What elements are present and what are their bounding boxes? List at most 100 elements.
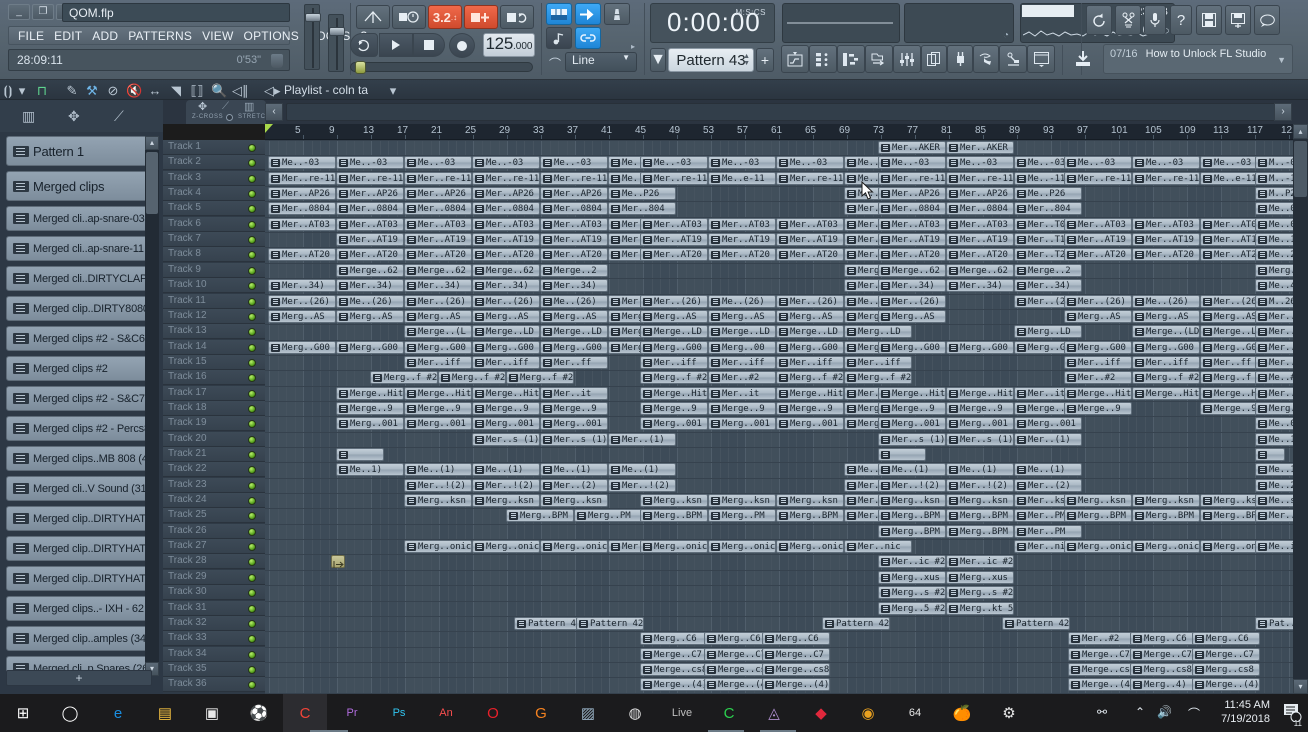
- taskbar-photoshop[interactable]: Ps: [384, 698, 414, 728]
- taskbar-microsoft-store[interactable]: ▣: [197, 698, 227, 728]
- taskbar-paint-app[interactable]: ▨: [573, 698, 603, 728]
- track-enable-led[interactable]: [248, 451, 256, 459]
- playlist-clip[interactable]: Mer..AT20: [640, 248, 708, 261]
- playlist-clip[interactable]: Mer..(1): [608, 433, 676, 446]
- track-enable-led[interactable]: [248, 666, 256, 674]
- playlist-clip[interactable]: Me..(26): [336, 295, 404, 308]
- playlist-clip[interactable]: Merg..f #2: [506, 371, 574, 384]
- track-header[interactable]: Track 34: [163, 647, 265, 662]
- track-header[interactable]: Track 32: [163, 616, 265, 631]
- playlist-clip[interactable]: Mer..#2: [1064, 371, 1132, 384]
- playlist-clip[interactable]: Mer..AT19: [776, 233, 844, 246]
- playlist-clip[interactable]: Me..(1): [946, 463, 1014, 476]
- playlist-clip[interactable]: Mer..#2: [1068, 632, 1136, 645]
- playlist-clip[interactable]: Me..P26: [1014, 187, 1082, 200]
- playlist-clip[interactable]: Merg..xus: [878, 571, 946, 584]
- playlist-clip[interactable]: Merg..f #2: [844, 371, 912, 384]
- project-title-field[interactable]: QOM.flp: [62, 3, 290, 22]
- paint-icon[interactable]: ⚒: [84, 83, 100, 99]
- taskbar-soccer-app[interactable]: ⚽: [244, 698, 274, 728]
- track-enable-led[interactable]: [248, 390, 256, 398]
- playlist-clip[interactable]: Me..4): [1255, 279, 1293, 292]
- track-enable-led[interactable]: [248, 497, 256, 505]
- snap-selector[interactable]: Line ▼: [565, 52, 637, 72]
- track-header[interactable]: Track 10: [163, 278, 265, 293]
- track-enable-led[interactable]: [248, 175, 256, 183]
- track-enable-led[interactable]: [248, 512, 256, 520]
- playlist-clip[interactable]: Merg..onic: [640, 540, 708, 553]
- clip-picker-item[interactable]: Merged clip..amples (34): [6, 626, 152, 651]
- taskbar-settings-app[interactable]: ⚙: [994, 698, 1024, 728]
- track-header[interactable]: Track 30: [163, 585, 265, 600]
- playlist-clip[interactable]: Merg..s #2: [946, 586, 1014, 599]
- playlist-clip[interactable]: Mer..S: [1255, 310, 1293, 323]
- track-header[interactable]: Track 24: [163, 493, 265, 508]
- playlist-clip[interactable]: Merge..cs8: [762, 663, 830, 676]
- playlist-clip[interactable]: Me..(1): [878, 463, 946, 476]
- playlist-clip[interactable]: Mer..iff: [1132, 356, 1200, 369]
- track-enable-led[interactable]: [248, 159, 256, 167]
- playlist-clip[interactable]: Mer..AT20: [1132, 248, 1200, 261]
- clip-picker-item[interactable]: Merged cli..ap-snare-03: [6, 206, 152, 231]
- playlist-clip[interactable]: Mer..ic #2: [878, 555, 946, 568]
- playlist-clip[interactable]: Mer..34): [268, 279, 336, 292]
- playlist-clip[interactable]: Mer..#2: [708, 371, 776, 384]
- taskbar-fl-studio[interactable]: 🍊: [947, 698, 977, 728]
- playlist-clip[interactable]: Merg..G00: [404, 341, 472, 354]
- playlist-clip[interactable]: Mer..iff: [708, 356, 776, 369]
- playlist-clip[interactable]: Mer..0804: [878, 202, 946, 215]
- playlist-clip[interactable]: Me..2): [1255, 479, 1293, 492]
- track-header[interactable]: Track 9: [163, 263, 265, 278]
- playlist-clip[interactable]: Merge..LD: [708, 325, 776, 338]
- taskbar-ableton-live[interactable]: Live: [667, 698, 697, 728]
- pattern-mode-button[interactable]: [356, 5, 390, 29]
- taskbar-file-explorer[interactable]: ▤: [150, 698, 180, 728]
- playlist-clip[interactable]: Merg..onic: [708, 540, 776, 553]
- playlist-clip[interactable]: Merg..G00: [1132, 341, 1200, 354]
- track-enable-led[interactable]: [248, 681, 256, 689]
- playlist-clip[interactable]: Mer..AT19: [946, 233, 1014, 246]
- playlist-clip[interactable]: Merg..ksn: [540, 494, 608, 507]
- track-enable-led[interactable]: [248, 574, 256, 582]
- master-pitch-bar[interactable]: [350, 62, 533, 72]
- playlist-clip[interactable]: Mer..iff: [844, 356, 912, 369]
- playlist-clip[interactable]: Me..1): [336, 463, 404, 476]
- playlist-clip[interactable]: Merg..AS: [1064, 310, 1132, 323]
- playlist-clip[interactable]: Me..-03: [776, 156, 844, 169]
- track-enable-led[interactable]: [248, 190, 256, 198]
- playlist-clip[interactable]: Mer..(26): [878, 295, 946, 308]
- open-playlist-button[interactable]: [781, 45, 809, 73]
- playlist-clip[interactable]: Me..03: [1255, 218, 1293, 231]
- playlist-clip[interactable]: Me..19: [1255, 233, 1293, 246]
- playlist-clip[interactable]: Mer..iff: [776, 356, 844, 369]
- maximize-button[interactable]: ❐: [32, 4, 54, 20]
- save-as-button[interactable]: [1225, 5, 1251, 35]
- playlist-clip[interactable]: Mer..AT20: [878, 248, 946, 261]
- timeline-marker[interactable]: [331, 555, 345, 568]
- playlist-clip[interactable]: Mer..AT20: [708, 248, 776, 261]
- playlist-clip[interactable]: Mer..AP26: [878, 187, 946, 200]
- minimize-button[interactable]: _: [8, 4, 30, 20]
- playlist-clip[interactable]: Merge..9: [878, 402, 946, 415]
- open-plugin-picker-button[interactable]: [947, 45, 973, 73]
- playlist-clip[interactable]: Mer..re-11: [640, 172, 708, 185]
- track-header[interactable]: Track 27: [163, 539, 265, 554]
- playlist-clip[interactable]: Mer..AT19: [708, 233, 776, 246]
- play-button[interactable]: [379, 33, 413, 57]
- playlist-clip[interactable]: Merg..AS: [708, 310, 776, 323]
- track-enable-led[interactable]: [248, 528, 256, 536]
- clip-picker-item[interactable]: Merged clip..DIRTYHAT03: [6, 506, 152, 531]
- playlist-clip[interactable]: Mer..0804: [336, 202, 404, 215]
- playlist-clip[interactable]: Merg..BPM: [946, 525, 1014, 538]
- playlist-clip[interactable]: M..P26: [1255, 187, 1293, 200]
- playlist-clip[interactable]: Merg..ksn: [1132, 494, 1200, 507]
- clip-picker-item[interactable]: Merged clips #2 - S&C6: [6, 326, 152, 351]
- expand-arrow-icon[interactable]: ▸: [631, 42, 635, 51]
- playlist-clip[interactable]: Merg..C6: [1130, 632, 1198, 645]
- playlist-clip[interactable]: Merge..(LD: [1132, 325, 1200, 338]
- track-header[interactable]: Track 26: [163, 524, 265, 539]
- playlist-clip[interactable]: Mer..re-11: [268, 172, 336, 185]
- open-effects-button[interactable]: [999, 45, 1027, 73]
- playlist-clip[interactable]: Merg..001: [1014, 417, 1082, 430]
- playlist-clip[interactable]: Merge..Hit: [1064, 387, 1132, 400]
